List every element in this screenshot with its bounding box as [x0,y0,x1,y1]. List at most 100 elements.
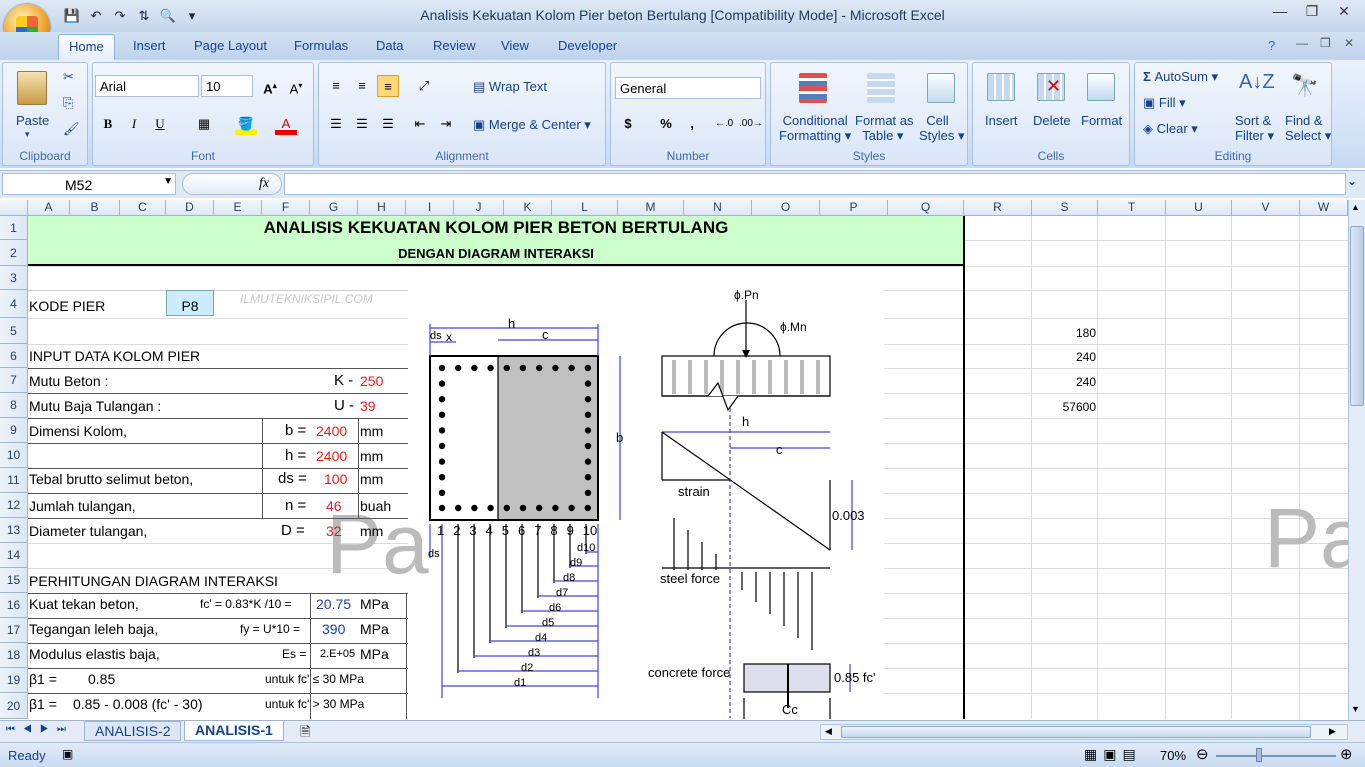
copy-icon[interactable]: ⎘ [63,95,73,111]
restore-icon[interactable]: ❐ [1297,2,1327,22]
delete-cells-icon[interactable]: ✕ [1037,73,1065,101]
align-right-icon[interactable]: ☰ [377,113,399,135]
wrap-text-button[interactable]: ▤ Wrap Text [473,79,547,95]
percent-button[interactable]: % [655,113,677,135]
borders-icon[interactable]: ▦ [193,113,215,135]
hscroll-thumb[interactable] [841,726,1311,738]
scroll-up-icon[interactable]: ▲ [1351,202,1360,212]
zoom-level[interactable]: 70% [1160,748,1186,763]
tab-page-layout[interactable]: Page Layout [194,38,267,53]
row-header[interactable]: 6 [0,344,28,368]
vertical-scrollbar[interactable]: ▲ ▼ [1348,200,1365,720]
scroll-down-icon[interactable]: ▼ [1351,704,1360,714]
decrease-indent-icon[interactable]: ⇤ [409,113,431,135]
column-header[interactable]: G [310,200,358,216]
zoom-in-icon[interactable]: ⊕ [1340,745,1353,763]
select-all-corner[interactable] [0,200,28,216]
fill-color-icon[interactable]: 🪣 [235,113,257,135]
expand-formula-bar-icon[interactable]: ⌄ [1347,174,1357,188]
tab-home[interactable]: Home [58,34,115,60]
column-header[interactable]: U [1166,200,1232,216]
delete-cells-button[interactable]: Delete [1033,113,1071,128]
view-buttons[interactable]: ▦▣▤ [1084,746,1142,763]
row-header[interactable]: 20 [0,693,28,719]
row-header[interactable]: 4 [0,290,28,318]
u-value[interactable]: 39 [360,398,376,414]
column-header[interactable]: I [406,200,454,216]
row-header[interactable]: 15 [0,568,28,593]
format-as-table-icon[interactable] [867,73,895,103]
find-select-button[interactable]: Find & Select ▾ [1285,113,1331,144]
italic-button[interactable]: I [123,113,145,135]
row-header[interactable]: 1 [0,216,28,240]
column-header[interactable]: P [820,200,888,216]
cell-s6[interactable]: 240 [1046,350,1096,364]
row-header[interactable]: 9 [0,418,28,443]
macro-record-icon[interactable]: ▣ [62,747,73,761]
column-header[interactable]: J [454,200,504,216]
row-header[interactable]: 11 [0,468,28,493]
bold-button[interactable]: B [97,113,119,135]
n-value[interactable]: 46 [326,498,342,514]
scroll-thumb[interactable] [1350,226,1364,406]
sort-filter-button[interactable]: Sort & Filter ▾ [1235,113,1274,144]
paste-button[interactable]: Paste [16,113,49,128]
column-header[interactable]: M [618,200,684,216]
horizontal-scrollbar[interactable]: ◀ ▶ [820,724,1348,740]
column-header[interactable]: W [1300,200,1348,216]
column-header[interactable]: D [166,200,214,216]
column-header[interactable]: E [214,200,262,216]
find-select-icon[interactable]: 🔭 [1291,73,1319,101]
ribbon-restore-icon[interactable]: ❐ [1320,36,1331,50]
column-header[interactable]: T [1098,200,1166,216]
close-icon[interactable]: ✕ [1329,2,1359,22]
insert-cells-button[interactable]: Insert [985,113,1018,128]
underline-button[interactable]: U [149,113,171,135]
cell-s7[interactable]: 240 [1046,375,1096,389]
format-cells-icon[interactable] [1087,73,1115,101]
cell-styles-button[interactable]: Cell Styles ▾ [919,113,965,144]
row-header[interactable]: 3 [0,266,28,290]
column-header[interactable]: H [358,200,406,216]
k-value[interactable]: 250 [360,373,383,389]
sort-filter-icon[interactable]: A↓Z [1239,71,1275,103]
tab-developer[interactable]: Developer [558,38,617,53]
row-header[interactable]: 16 [0,593,28,618]
b-value[interactable]: 2400 [316,423,347,439]
h-value[interactable]: 2400 [316,448,347,464]
sheet-tab-active[interactable]: ANALISIS-1 [184,721,284,741]
font-size-box[interactable]: 10 [201,75,253,97]
row-header[interactable]: 2 [0,240,28,266]
help-icon[interactable]: ? [1268,38,1275,53]
cell-styles-icon[interactable] [927,73,955,103]
cell-s5[interactable]: 180 [1046,326,1096,340]
tab-review[interactable]: Review [433,38,476,53]
worksheet-grid[interactable]: ANALISIS KEKUATAN KOLOM PIER BETON BERTU… [28,216,1348,719]
align-center-icon[interactable]: ☰ [351,113,373,135]
zoom-out-icon[interactable]: ⊖ [1196,745,1209,763]
format-as-table-button[interactable]: Format as Table ▾ [855,113,914,144]
clear-button[interactable]: ◈ Clear ▾ [1143,121,1198,137]
column-header[interactable]: L [552,200,618,216]
column-header[interactable]: R [964,200,1032,216]
column-header[interactable]: N [684,200,752,216]
tab-view[interactable]: View [501,38,529,53]
row-header[interactable]: 18 [0,643,28,668]
d-value[interactable]: 32 [326,523,342,539]
format-painter-icon[interactable]: 🖌 [63,121,80,137]
shrink-font-icon[interactable]: A▾ [285,75,307,97]
decrease-decimal-icon[interactable]: .00→ [739,113,763,135]
grow-font-icon[interactable]: A▴ [259,75,281,97]
row-header[interactable]: 14 [0,543,28,568]
row-header[interactable]: 13 [0,518,28,543]
cell-s8[interactable]: 57600 [1046,400,1096,414]
align-left-icon[interactable]: ☰ [325,113,347,135]
row-header[interactable]: 10 [0,443,28,468]
ribbon-close-icon[interactable]: ✕ [1344,36,1354,50]
tab-insert[interactable]: Insert [133,38,166,53]
column-header[interactable]: S [1032,200,1098,216]
tab-data[interactable]: Data [376,38,403,53]
font-name-box[interactable]: Arial [95,75,199,97]
column-header[interactable]: B [70,200,120,216]
ribbon-minimize-icon[interactable]: — [1296,36,1308,50]
